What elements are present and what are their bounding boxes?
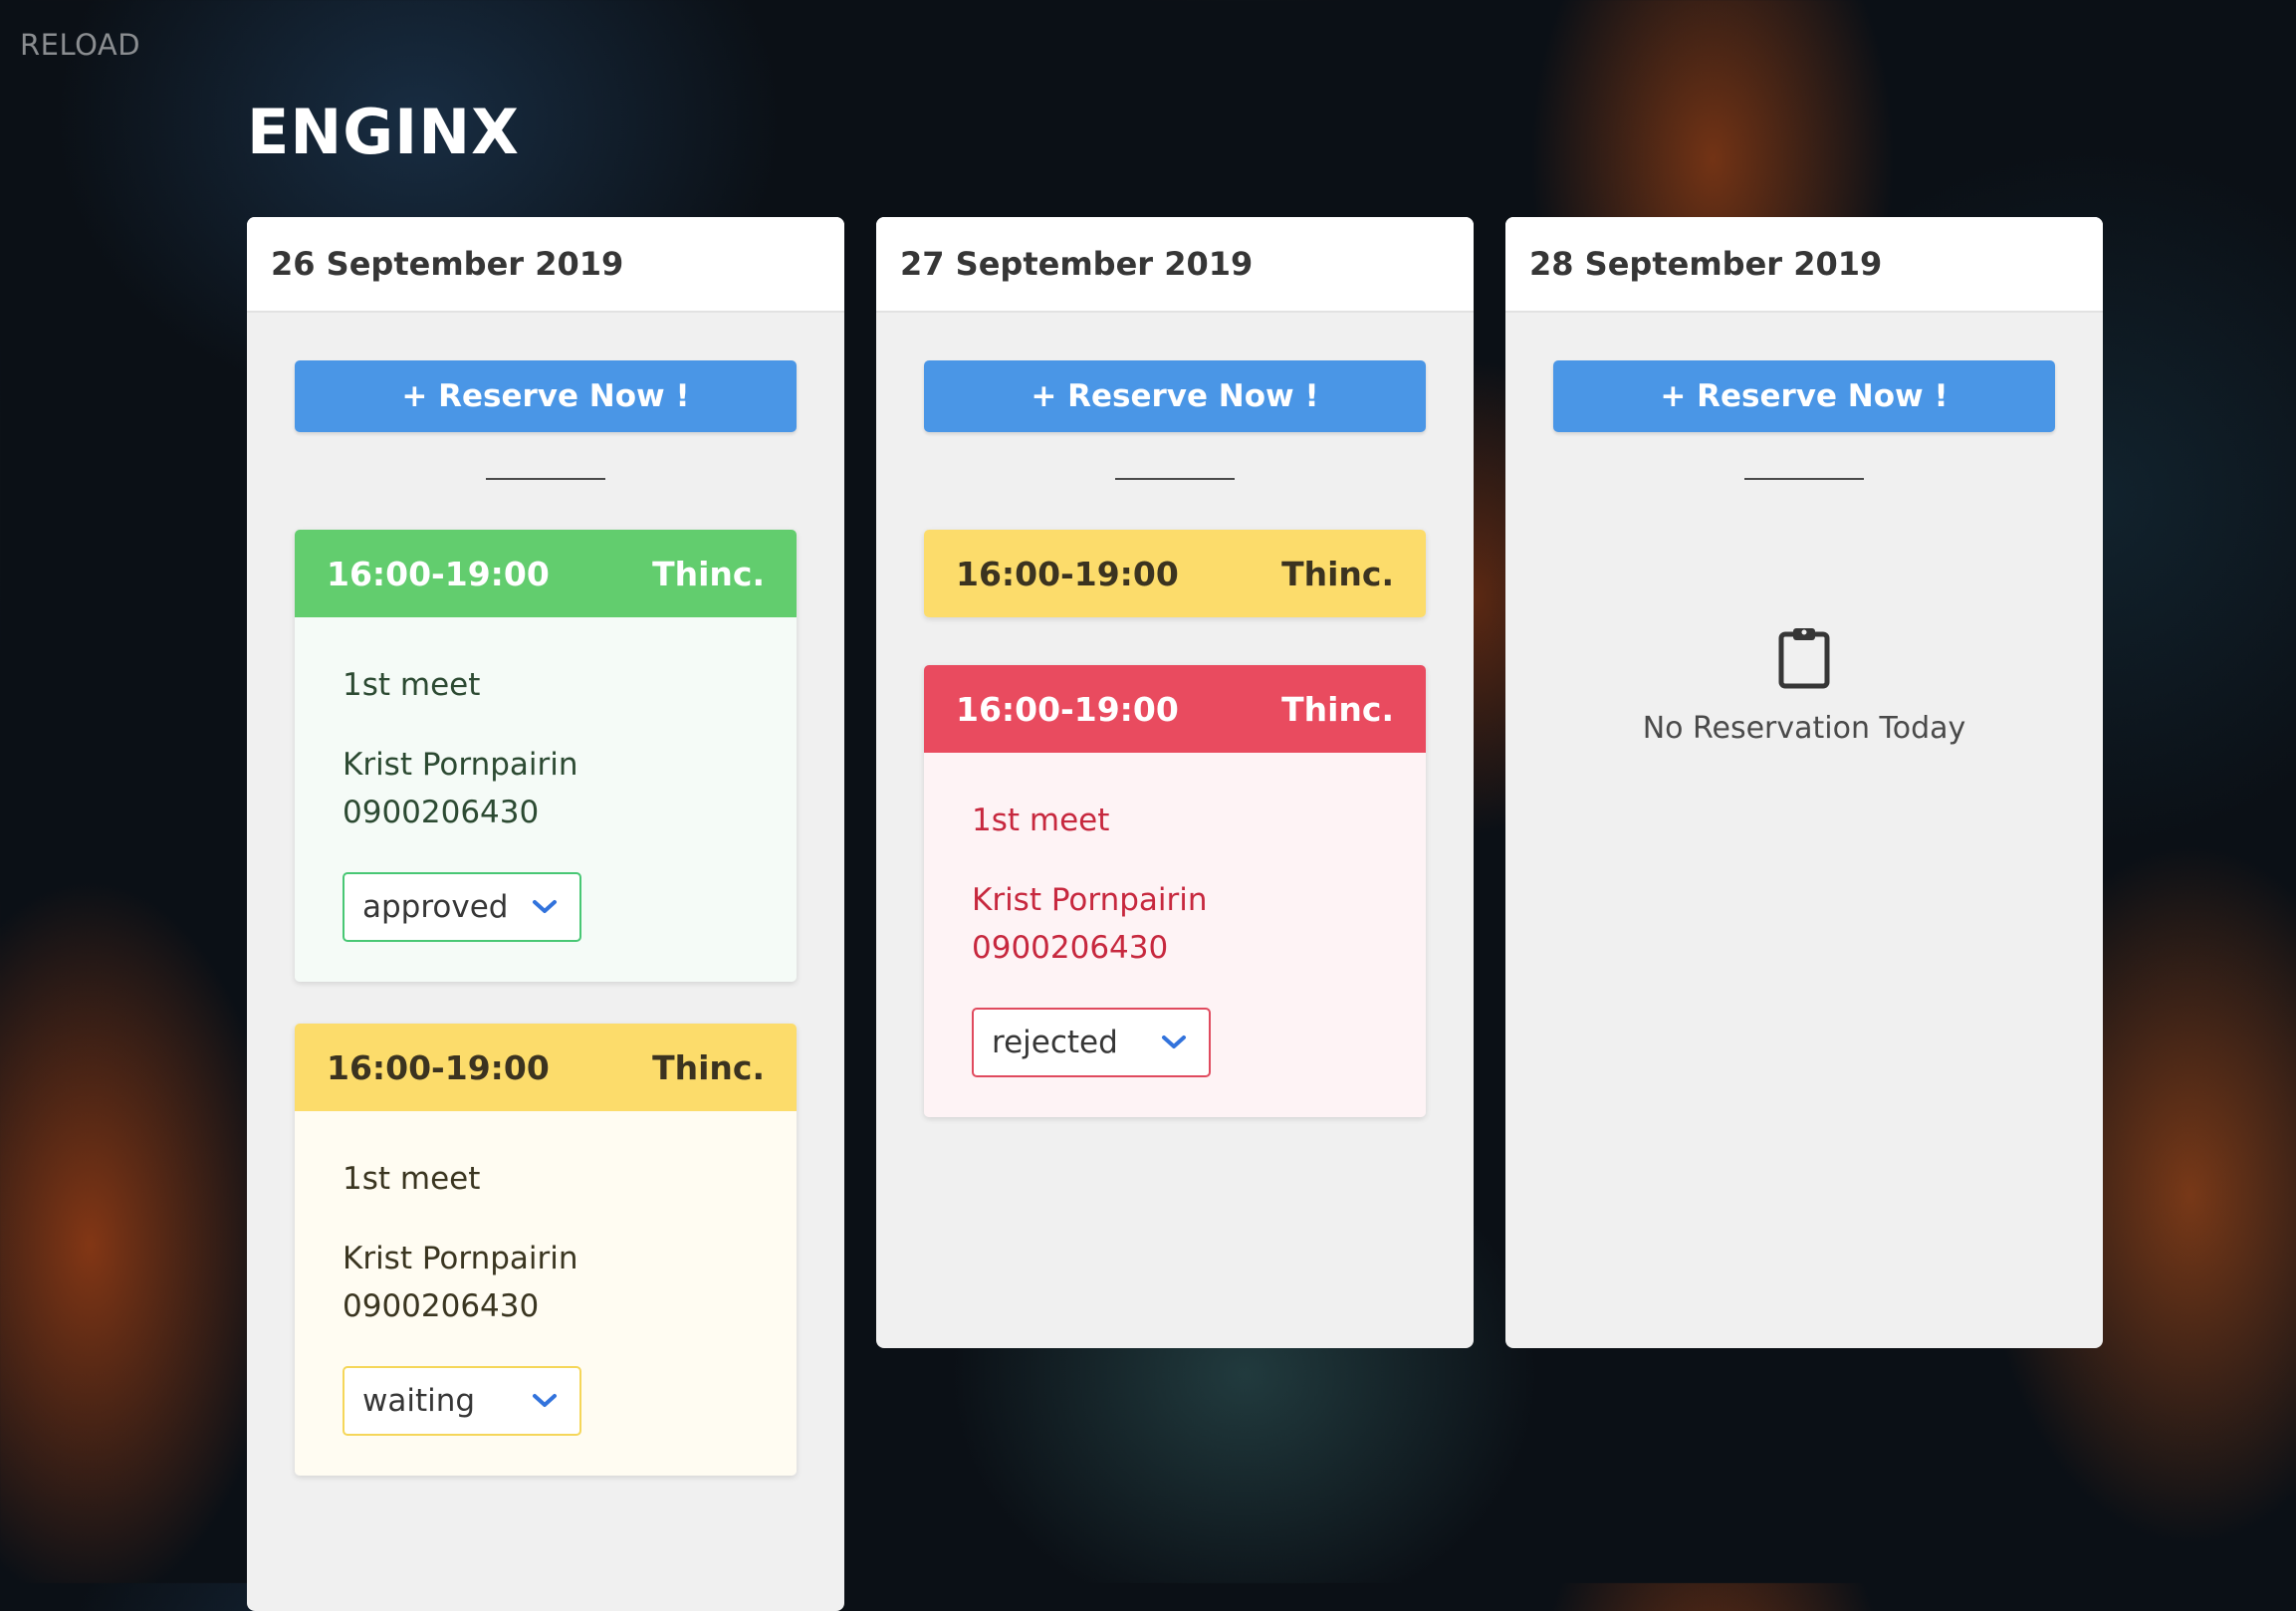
clipboard-icon xyxy=(1778,625,1830,693)
reservation-phone: 0900206430 xyxy=(343,1288,540,1324)
reservation-body: 1st meet Krist Pornpairin 0900206430 rej… xyxy=(924,753,1426,1117)
reservation-card-waiting: 16:00-19:00 Thinc. 1st meet Krist Pornpa… xyxy=(295,1024,797,1476)
reservation-header: 16:00-19:00 Thinc. xyxy=(924,530,1426,617)
reserve-now-button[interactable]: + Reserve Now ! xyxy=(1553,360,2055,432)
reservation-topic: 1st meet xyxy=(343,667,481,703)
app-title: ENGINX xyxy=(247,96,520,168)
reservation-card-approved: 16:00-19:00 Thinc. 1st meet Krist Pornpa… xyxy=(295,530,797,982)
day-column-26: 26 September 2019 + Reserve Now ! 16:00-… xyxy=(247,217,844,1611)
divider xyxy=(486,478,605,480)
reserve-now-button[interactable]: + Reserve Now ! xyxy=(924,360,1426,432)
reservation-org: Thinc. xyxy=(652,1047,765,1087)
reservation-org: Thinc. xyxy=(652,554,765,593)
reservation-name: Krist Pornpairin xyxy=(972,882,1208,918)
reservation-time: 16:00-19:00 xyxy=(956,689,1179,729)
reservation-time: 16:00-19:00 xyxy=(327,1047,550,1087)
status-value: rejected xyxy=(992,1025,1118,1060)
divider xyxy=(1744,478,1864,480)
reservation-card-collapsed[interactable]: 16:00-19:00 Thinc. xyxy=(924,530,1426,617)
reload-link[interactable]: RELOAD xyxy=(20,28,140,62)
reservation-body: 1st meet Krist Pornpairin 0900206430 app… xyxy=(295,617,797,982)
reservation-card-rejected: 16:00-19:00 Thinc. 1st meet Krist Pornpa… xyxy=(924,665,1426,1117)
empty-message: No Reservation Today xyxy=(1642,711,1966,746)
reservation-time: 16:00-19:00 xyxy=(956,554,1179,593)
status-value: waiting xyxy=(362,1383,476,1419)
reservation-phone: 0900206430 xyxy=(972,930,1169,966)
column-date: 28 September 2019 xyxy=(1505,217,2103,313)
reservation-name: Krist Pornpairin xyxy=(343,1241,578,1276)
reservation-org: Thinc. xyxy=(1281,554,1394,593)
reservation-header: 16:00-19:00 Thinc. xyxy=(295,530,797,617)
status-value: approved xyxy=(362,889,509,925)
status-select[interactable]: approved xyxy=(343,872,581,942)
day-column-27: 27 September 2019 + Reserve Now ! 16:00-… xyxy=(876,217,1474,1348)
status-select[interactable]: waiting xyxy=(343,1366,581,1436)
chevron-down-icon xyxy=(532,1392,558,1410)
reserve-now-button[interactable]: + Reserve Now ! xyxy=(295,360,797,432)
divider xyxy=(1115,478,1235,480)
reservation-topic: 1st meet xyxy=(972,803,1110,838)
status-select[interactable]: rejected xyxy=(972,1008,1211,1077)
reservation-body: 1st meet Krist Pornpairin 0900206430 wai… xyxy=(295,1111,797,1476)
reservation-topic: 1st meet xyxy=(343,1161,481,1197)
reservation-header: 16:00-19:00 Thinc. xyxy=(295,1024,797,1111)
day-column-28: 28 September 2019 + Reserve Now ! No Res… xyxy=(1505,217,2103,1348)
chevron-down-icon xyxy=(532,898,558,916)
column-date: 26 September 2019 xyxy=(247,217,844,313)
reservation-time: 16:00-19:00 xyxy=(327,554,550,593)
reservation-org: Thinc. xyxy=(1281,689,1394,729)
reservation-phone: 0900206430 xyxy=(343,795,540,830)
reservation-name: Krist Pornpairin xyxy=(343,747,578,783)
column-date: 27 September 2019 xyxy=(876,217,1474,313)
reservation-header: 16:00-19:00 Thinc. xyxy=(924,665,1426,753)
empty-state: No Reservation Today xyxy=(1505,625,2103,746)
chevron-down-icon xyxy=(1161,1034,1187,1051)
